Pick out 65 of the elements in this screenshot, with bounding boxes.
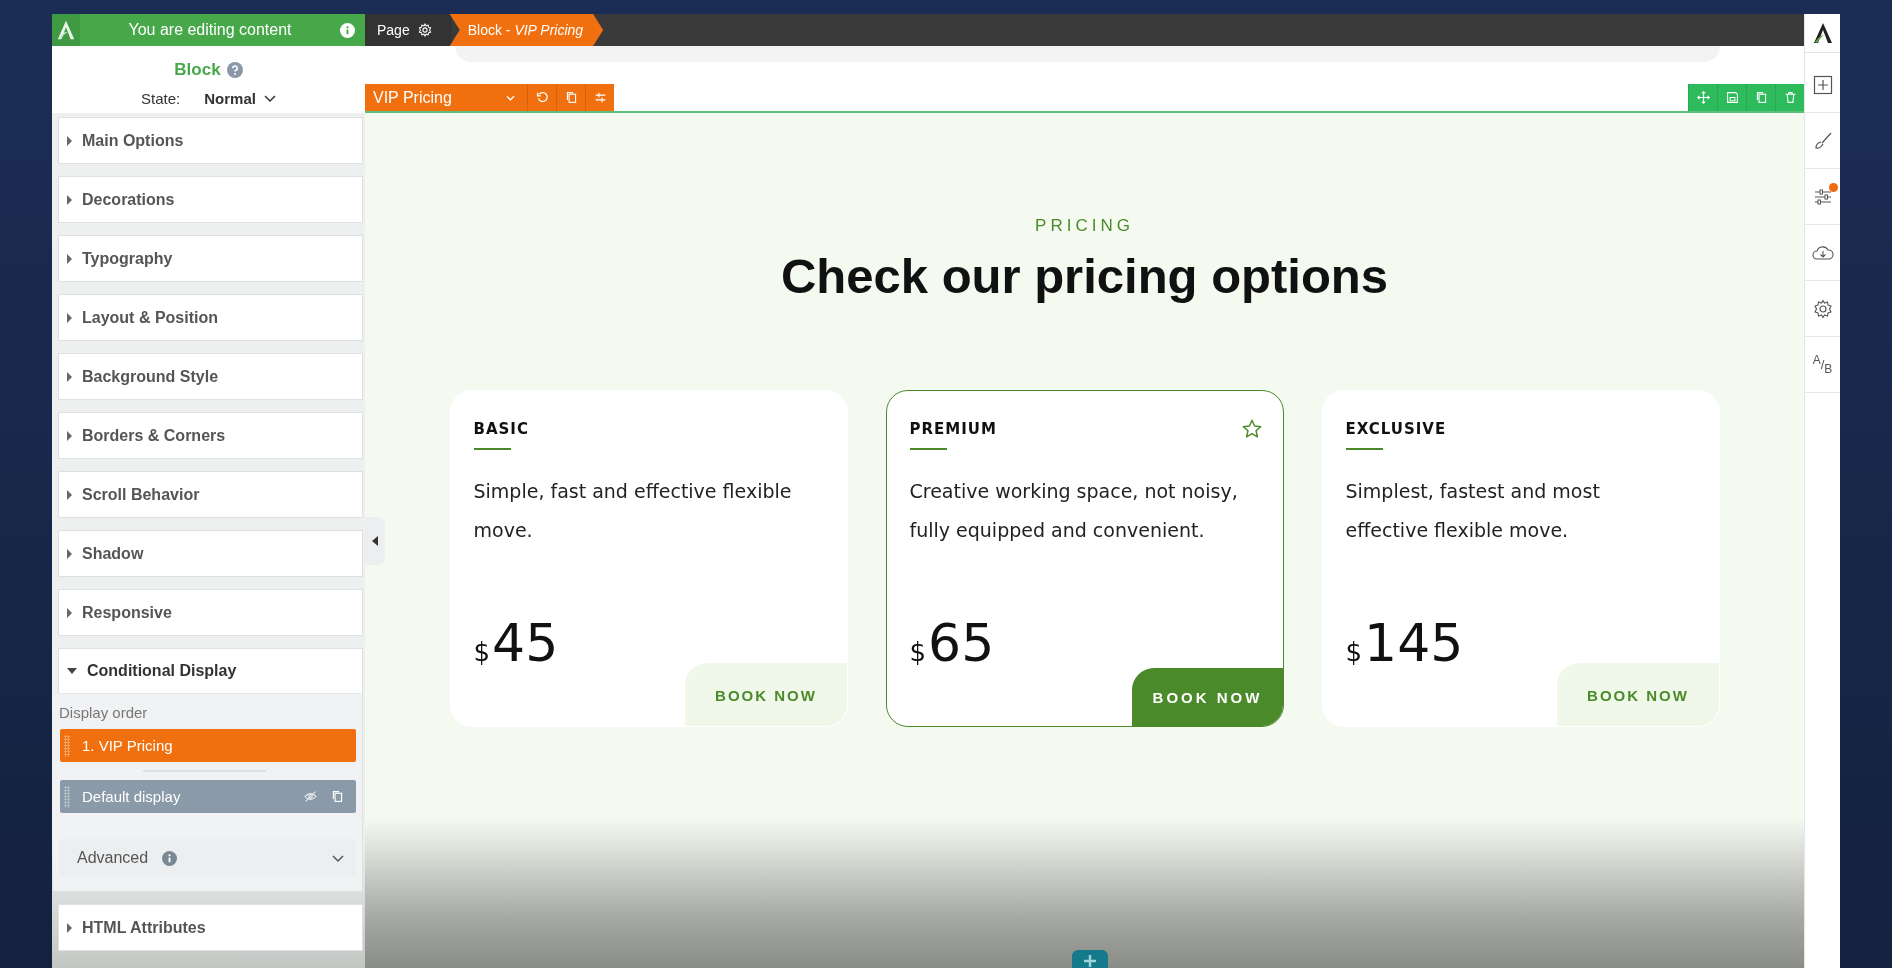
collapse-panel-handle[interactable] [365,517,385,565]
drag-handle-icon[interactable] [64,785,70,808]
chevron-down-icon [332,855,344,863]
book-now-button[interactable]: BOOK NOW [1556,663,1719,726]
settings-icon[interactable] [1812,298,1833,319]
drag-handle-icon[interactable] [64,734,70,757]
plan-price: 145 [1364,613,1464,673]
section-header[interactable]: Typography [59,236,362,281]
plan-name: BASIC [473,420,529,438]
gear-icon [417,23,432,37]
caret-icon [67,430,72,441]
caret-icon [67,135,72,146]
plan-description: Simple, fast and effective flexible move. [473,479,793,543]
section-heading: Check our pricing options [780,248,1389,304]
brush-icon[interactable] [1812,130,1833,151]
currency-symbol: $ [1345,637,1363,667]
banner-text: You are editing content [127,21,293,39]
book-now-button[interactable]: BOOK NOW [684,663,847,726]
plan-description: Creative working space, not noisy, fully equipped and convenient. [909,479,1239,543]
caret-icon [67,489,72,500]
breadcrumb-item[interactable]: Page [365,14,452,46]
currency-symbol: $ [473,637,491,667]
section-eyebrow: PRICING [1035,216,1134,236]
chevron-down-icon [506,94,515,101]
plus-icon [1082,953,1098,968]
caret-icon [67,607,72,618]
info-icon[interactable] [162,850,178,866]
notification-dot [1828,182,1838,192]
section-header[interactable]: Background Style [59,354,362,399]
caret-icon [67,312,72,323]
section-header[interactable]: Responsive [59,590,362,635]
section-header[interactable]: Main Options [59,118,362,163]
panel-title: Block [174,60,221,80]
caret-icon [67,668,77,674]
caret-icon [67,194,72,205]
cloud-download-icon[interactable] [1811,243,1834,262]
plan-name: EXCLUSIVE [1345,420,1447,438]
section-header[interactable]: Layout & Position [59,295,362,340]
section-header[interactable]: Decorations [59,177,362,222]
advanced-toggle[interactable]: Advanced [59,839,356,877]
plan-description: Simplest, fastest and most effective flexible move. [1345,479,1601,543]
book-now-button[interactable]: BOOK NOW [1131,668,1283,726]
chevron-down-icon [263,94,276,103]
caret-icon [67,371,72,382]
add-icon[interactable] [1812,74,1833,95]
plan-price: 65 [928,613,995,673]
plan-name: PREMIUM [909,420,997,438]
info-icon[interactable] [340,22,355,38]
caret-icon [67,253,72,264]
section-header[interactable]: Scroll Behavior [59,472,362,517]
section-header[interactable]: Borders & Corners [59,413,362,458]
section-header[interactable]: Shadow [59,531,362,576]
eye-off-icon[interactable] [304,790,317,803]
state-dropdown[interactable]: Normal [204,90,276,107]
currency-symbol: $ [909,637,927,667]
state-label: State: [141,90,181,107]
help-icon[interactable] [226,62,243,78]
section-header[interactable]: HTML Attributes [59,905,362,950]
caret-icon [67,922,72,933]
plan-price: 45 [492,613,559,673]
display-order-label: Display order [58,704,149,721]
copy-icon[interactable] [331,790,344,803]
sliders-icon[interactable] [1812,186,1833,207]
star-icon [1240,418,1263,440]
caret-icon [67,548,72,559]
